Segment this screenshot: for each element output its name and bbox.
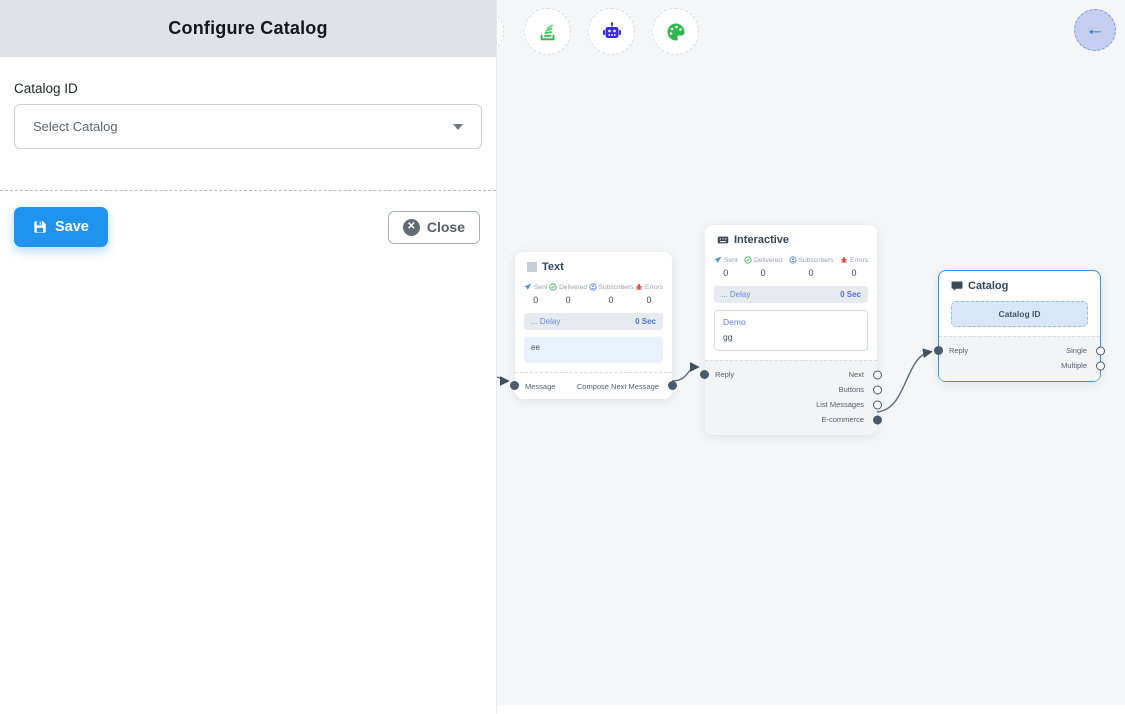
output-list-messages: List Messages: [705, 397, 877, 412]
output-port-multiple[interactable]: [1096, 361, 1105, 370]
node-text[interactable]: Text Sent 0 Delivered 0 Subscribers 0 Er…: [515, 252, 672, 399]
output-single: Single: [939, 343, 1100, 358]
palette-icon: [664, 20, 688, 44]
stat-sent: Sent 0: [714, 256, 738, 278]
catalog-node-icon: [951, 280, 963, 292]
output-port-buttons[interactable]: [873, 385, 882, 394]
flow-canvas[interactable]: ← Text Sent 0 Delivered 0 Subscribers 0 …: [497, 0, 1125, 714]
toolbar-layers-button[interactable]: [524, 8, 571, 55]
bug-icon: [840, 256, 848, 264]
output-next: Next: [705, 367, 877, 382]
node-title: Interactive: [734, 234, 789, 246]
save-button[interactable]: Save: [14, 207, 108, 247]
output-port[interactable]: [668, 381, 677, 390]
paper-plane-icon: [524, 283, 532, 291]
catalog-select-placeholder: Select Catalog: [33, 119, 118, 134]
save-button-label: Save: [55, 219, 89, 235]
close-button[interactable]: ✕ Close: [388, 211, 480, 244]
check-circle-icon: [549, 283, 557, 291]
chevron-down-icon: [453, 124, 463, 130]
toolbar-chatbot-button[interactable]: [588, 8, 635, 55]
node-title: Catalog: [968, 280, 1008, 292]
stat-delivered: Delivered 0: [744, 256, 782, 278]
stat-subscribers: Subscribers 0: [789, 256, 834, 278]
horizontal-scrollbar[interactable]: [497, 705, 1125, 714]
message-preview[interactable]: ee: [524, 337, 663, 363]
interactive-node-icon: [717, 234, 729, 246]
output-buttons: Buttons: [705, 382, 877, 397]
delay-row[interactable]: ... Delay 0 Sec: [714, 286, 868, 303]
close-button-label: Close: [427, 219, 465, 235]
stat-delivered: Delivered 0: [549, 283, 587, 305]
robot-icon: [600, 20, 624, 44]
layers-icon: [537, 21, 559, 43]
stat-errors: Errors 0: [840, 256, 868, 278]
input-port-reply[interactable]: [934, 346, 943, 355]
toolbar-theme-button[interactable]: [652, 8, 699, 55]
configure-catalog-panel: Configure Catalog Catalog ID Select Cata…: [0, 0, 497, 714]
output-port-single[interactable]: [1096, 346, 1105, 355]
catalog-id-button[interactable]: Catalog ID: [951, 301, 1088, 327]
input-port[interactable]: [510, 381, 519, 390]
panel-title: Configure Catalog: [168, 18, 327, 39]
card-title: Demo: [723, 317, 859, 327]
user-circle-icon: [589, 283, 597, 291]
paper-plane-icon: [714, 256, 722, 264]
output-port-next[interactable]: [873, 370, 882, 379]
catalog-select[interactable]: Select Catalog: [14, 104, 482, 149]
panel-header: Configure Catalog: [0, 0, 496, 57]
stat-subscribers: Subscribers 0: [589, 283, 634, 305]
arrow-left-icon: ←: [1086, 19, 1105, 41]
text-node-icon: [527, 262, 537, 272]
output-ecommerce: E-commerce: [705, 412, 877, 427]
stat-errors: Errors 0: [635, 283, 663, 305]
save-floppy-icon: [33, 220, 47, 234]
user-circle-icon: [789, 256, 797, 264]
node-title: Text: [542, 261, 564, 273]
stat-sent: Sent 0: [524, 283, 548, 305]
interactive-card[interactable]: Demo gg: [714, 310, 868, 351]
check-circle-icon: [744, 256, 752, 264]
catalog-id-label: Catalog ID: [14, 81, 482, 96]
bug-icon: [635, 283, 643, 291]
toolbar-hidden-button[interactable]: [497, 8, 504, 55]
input-port-reply[interactable]: [700, 370, 709, 379]
output-port-ecommerce[interactable]: [873, 415, 882, 424]
card-body: gg: [723, 332, 859, 342]
node-interactive[interactable]: Interactive Sent 0 Delivered 0 Subscribe…: [705, 225, 877, 435]
collapse-panel-button[interactable]: ←: [1074, 9, 1116, 51]
output-multiple: Multiple: [939, 358, 1100, 373]
node-catalog[interactable]: Catalog Catalog ID Reply Single Multiple: [938, 270, 1101, 382]
output-port-list-messages[interactable]: [873, 400, 882, 409]
close-icon: ✕: [403, 219, 420, 236]
delay-row[interactable]: ... Delay 0 Sec: [524, 313, 663, 330]
output-compose-next-message: Compose Next Message: [515, 379, 672, 394]
